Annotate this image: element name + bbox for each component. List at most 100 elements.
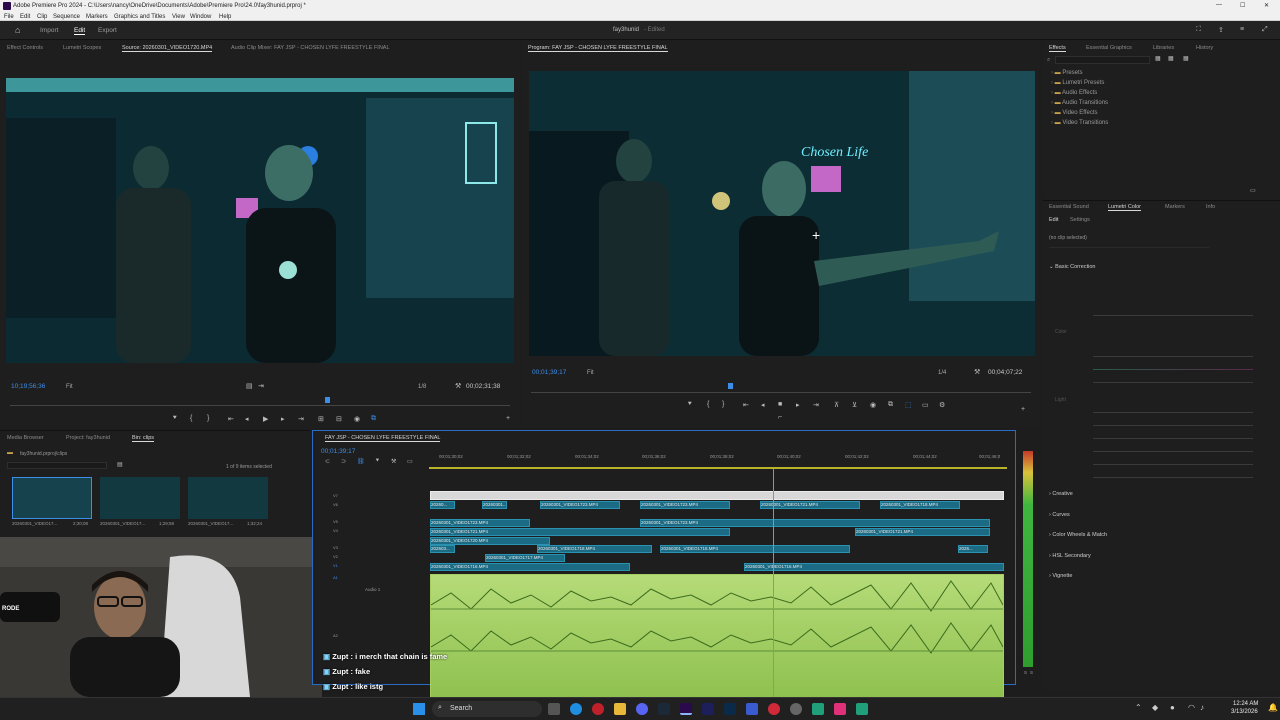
program-add-button-icon[interactable]: + xyxy=(1021,406,1025,413)
program-go-out-icon[interactable]: ⇥ xyxy=(813,401,819,409)
menu-markers[interactable]: Markers xyxy=(86,14,108,20)
meter-solo-label[interactable]: S xyxy=(1024,670,1027,675)
program-step-back-icon[interactable]: ◂ xyxy=(761,401,765,409)
share-icon[interactable]: ⇪ xyxy=(1218,26,1224,34)
source-video-frame[interactable] xyxy=(6,78,514,363)
menu-window[interactable]: Window xyxy=(190,14,211,20)
tray-app2-icon[interactable]: ● xyxy=(1170,703,1175,712)
timeline-tracks[interactable]: 20260... 20260301... 20260301_VIDEO1723.… xyxy=(430,469,1004,705)
photoshop-icon[interactable] xyxy=(724,703,736,715)
folder-audio-transitions[interactable]: › ▬ Audio Transitions xyxy=(1051,100,1108,110)
go-to-in-icon[interactable]: ⇤ xyxy=(228,415,234,423)
extract-icon[interactable]: ⊻ xyxy=(852,401,857,409)
program-marker-icon[interactable]: ⯆ xyxy=(687,401,693,409)
resize-icon[interactable]: ⤢ xyxy=(1262,26,1268,34)
settings-app-icon[interactable] xyxy=(790,703,802,715)
program-playhead[interactable] xyxy=(728,383,733,389)
clip-thumbnail[interactable] xyxy=(188,477,268,519)
tab-lumetri-scopes[interactable]: Lumetri Scopes xyxy=(63,45,101,51)
program-fit-select[interactable]: Fit xyxy=(587,370,594,376)
tab-lumetri-color[interactable]: Lumetri Color xyxy=(1108,204,1142,211)
program-camera-icon[interactable]: ◉ xyxy=(870,401,876,409)
timeline-clip[interactable]: 20260301_VIDEO1721.MP4 xyxy=(430,528,730,536)
clip-thumbnail[interactable] xyxy=(12,477,92,519)
subtab-settings[interactable]: Settings xyxy=(1070,217,1090,223)
timeline-clip[interactable]: 20260301_VIDEO1718.MP4 xyxy=(880,501,960,509)
clock-time[interactable]: 12:24 AM xyxy=(1233,701,1258,707)
intensity-slider[interactable] xyxy=(1093,315,1253,316)
workspace-tab-import[interactable]: Import xyxy=(40,27,58,34)
tab-project[interactable]: Project: fay3hunid xyxy=(66,435,110,441)
app3-icon[interactable] xyxy=(834,703,846,715)
program-timecode[interactable]: 00;01;39;17 xyxy=(532,369,566,376)
menu-sequence[interactable]: Sequence xyxy=(53,14,80,20)
section-basic-correction[interactable]: ⌄ Basic Correction xyxy=(1049,264,1096,270)
export-frame-icon[interactable]: ⇥ xyxy=(258,382,264,390)
timeline-clip[interactable]: 20260301_VIDEO1716.MP4 xyxy=(744,563,1004,571)
tab-effects[interactable]: Effects xyxy=(1049,45,1066,52)
program-resolution-select[interactable]: 1/4 xyxy=(938,370,946,376)
tab-effect-controls[interactable]: Effect Controls xyxy=(7,45,43,51)
step-back-icon[interactable]: ◂ xyxy=(245,415,249,423)
timeline-clip[interactable]: 20260301... xyxy=(482,501,507,509)
exposure-slider[interactable] xyxy=(1093,412,1253,413)
subtab-edit[interactable]: Edit xyxy=(1049,217,1058,223)
temperature-slider[interactable] xyxy=(1093,356,1253,357)
camera-icon[interactable]: ◉ xyxy=(354,415,360,423)
overwrite-icon[interactable]: ⊟ xyxy=(336,415,342,423)
timeline-clip[interactable]: 20260301_VIDEO1716.MP4 xyxy=(430,563,630,571)
timeline-clip[interactable]: 20260301_VIDEO1721.MP4 xyxy=(855,528,990,536)
timeline-playhead[interactable] xyxy=(773,469,774,705)
section-curves[interactable]: › Curves xyxy=(1049,512,1070,518)
yuv-icon[interactable]: ▦ xyxy=(1183,55,1189,62)
minimize-button[interactable]: — xyxy=(1216,2,1222,8)
wifi-icon[interactable]: ◠ xyxy=(1188,703,1195,712)
task-view-icon[interactable] xyxy=(548,703,560,715)
tab-source[interactable]: Source: 20260301_VIDEO1720.MP4 xyxy=(122,45,213,52)
tab-bin-clips[interactable]: Bin: clips xyxy=(132,435,155,442)
comparison-view-icon[interactable]: ▭ xyxy=(922,401,929,409)
source-fit-select[interactable]: Fit xyxy=(66,384,73,390)
tab-libraries[interactable]: Libraries xyxy=(1153,45,1174,51)
saturation-slider[interactable] xyxy=(1093,382,1253,383)
linked-selection-icon[interactable]: ⛓ xyxy=(357,458,365,465)
tab-program[interactable]: Program: FAY JSP - CHOSEN LYFE FREESTYLE… xyxy=(528,45,668,52)
timeline-clip[interactable]: 20260301_VIDEO1723.MP4 xyxy=(540,501,620,509)
mark-in-icon[interactable]: { xyxy=(190,415,192,422)
add-marker-icon[interactable]: ⯆ xyxy=(172,415,178,423)
settings-icon[interactable]: ⚙ xyxy=(939,401,945,409)
tint-slider[interactable] xyxy=(1093,369,1253,370)
insert-clip-icon[interactable]: ⊞ xyxy=(318,415,324,423)
timeline-clip[interactable]: 20260301_VIDEO1721.MP4 xyxy=(760,501,860,509)
folder-video-effects[interactable]: › ▬ Video Effects xyxy=(1051,110,1108,120)
add-button-icon[interactable]: + xyxy=(506,415,510,422)
work-area-bar[interactable] xyxy=(429,467,1007,469)
discord-icon[interactable] xyxy=(636,703,648,715)
fullscreen-icon[interactable]: ⛶ xyxy=(1196,26,1201,34)
program-video-frame[interactable]: Chosen Life xyxy=(529,71,1035,356)
clip-select-dropdown[interactable] xyxy=(1049,247,1209,248)
menu-clip[interactable]: Clip xyxy=(37,14,47,20)
after-effects-icon[interactable] xyxy=(702,703,714,715)
timeline-clip[interactable]: 20260301_VIDEO1723.MP4 xyxy=(640,519,990,527)
tab-essential-graphics[interactable]: Essential Graphics xyxy=(1086,45,1132,51)
effects-search-input[interactable] xyxy=(1055,56,1150,64)
source-resolution-select[interactable]: 1/8 xyxy=(418,384,426,390)
folder-lumetri-presets[interactable]: › ▬ Lumetri Presets xyxy=(1051,80,1108,90)
whites-slider[interactable] xyxy=(1093,464,1253,465)
go-to-out-icon[interactable]: ⇥ xyxy=(298,415,304,423)
timeline-clip[interactable]: 20260301_VIDEO1723.MP4 xyxy=(430,519,530,527)
source-timecode[interactable]: 10;19;56;36 xyxy=(11,383,45,390)
maximize-button[interactable]: ☐ xyxy=(1240,2,1245,9)
section-vignette[interactable]: › Vignette xyxy=(1049,573,1072,579)
mark-out-icon[interactable]: } xyxy=(207,415,209,422)
bin-search-input[interactable] xyxy=(7,462,107,469)
tab-history[interactable]: History xyxy=(1196,45,1213,51)
captions-icon[interactable]: ▭ xyxy=(407,458,413,465)
play-icon[interactable]: ▶ xyxy=(263,415,268,423)
steam-icon[interactable] xyxy=(658,703,670,715)
meter-solo-label[interactable]: S xyxy=(1030,670,1033,675)
timeline-clip[interactable]: 20260301_VIDEO1718.MP4 xyxy=(660,545,850,553)
tray-app-icon[interactable]: ◆ xyxy=(1152,703,1158,712)
wrench-icon[interactable]: ⚒ xyxy=(455,382,461,390)
